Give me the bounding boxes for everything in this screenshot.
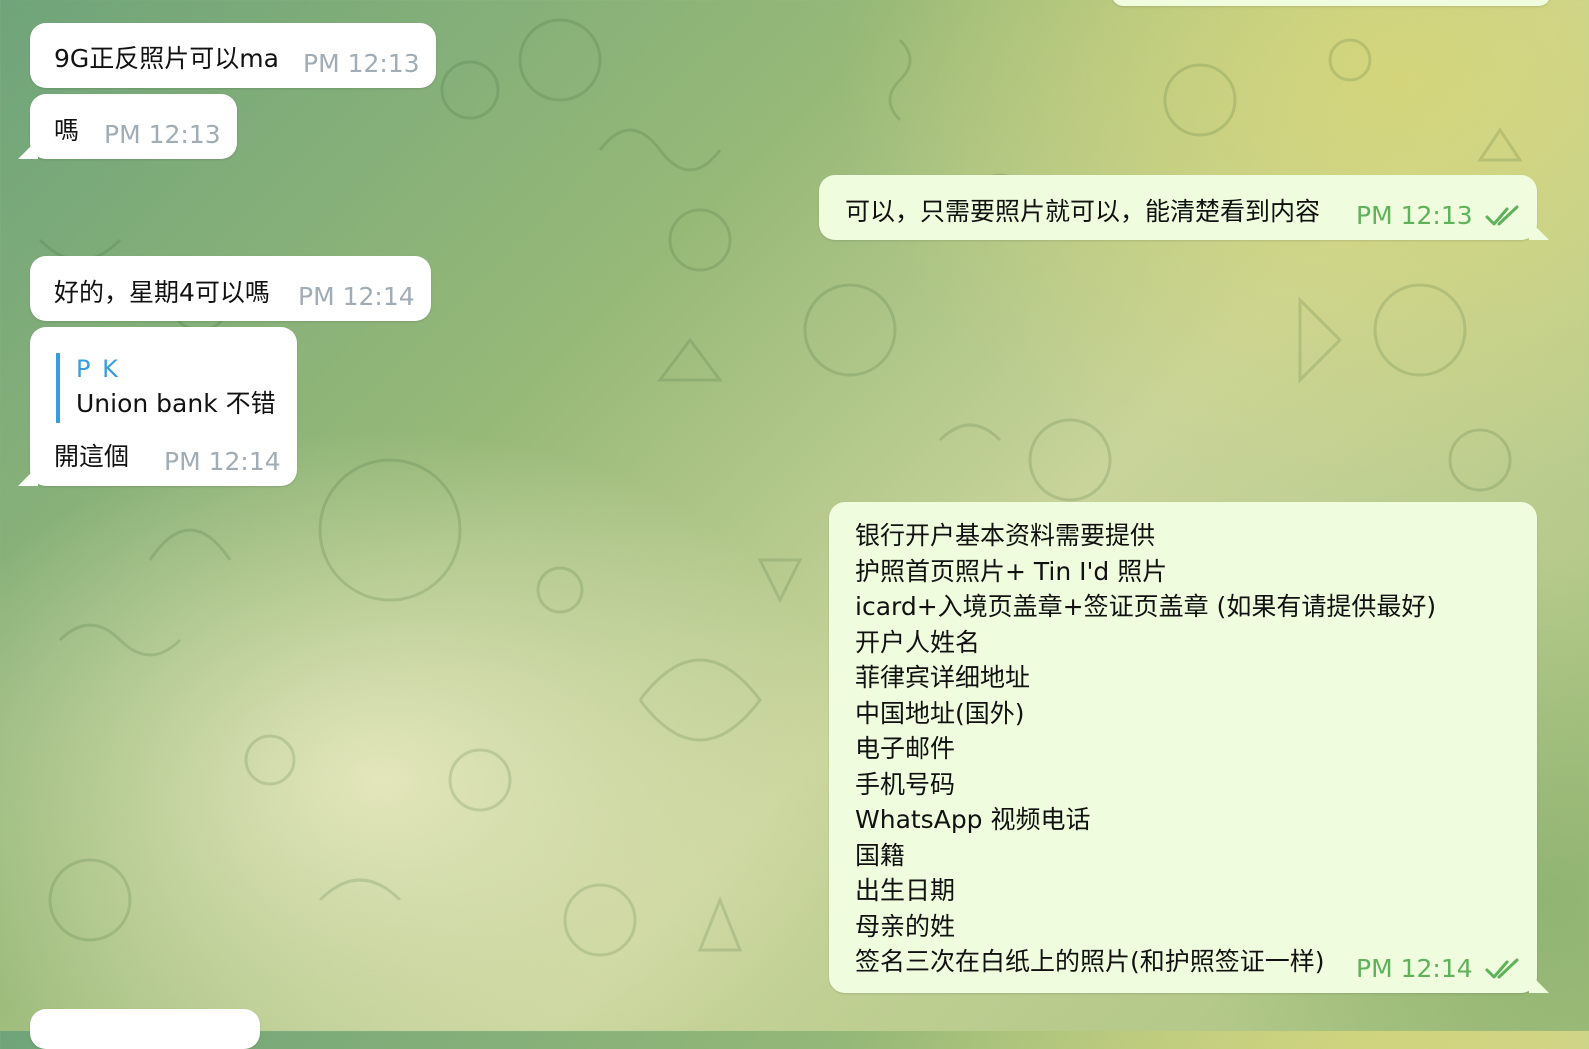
incoming-reply-message[interactable]: P K Union bank 不错 開這個 PM 12:14	[30, 327, 297, 486]
message-time: PM 12:14	[1356, 954, 1473, 983]
message-line: 电子邮件	[855, 734, 956, 763]
incoming-message[interactable]: 嗎 PM 12:13	[30, 94, 237, 159]
double-check-icon	[1485, 205, 1519, 226]
message-text: 可以，只需要照片就可以，能清楚看到内容	[845, 197, 1321, 226]
message-lines: 银行开户基本资料需要提供 护照首页照片+ Tin I'd 照片 icard+入境…	[855, 518, 1436, 980]
message-line: WhatsApp 视频电话	[855, 805, 1091, 834]
message-line: 手机号码	[855, 769, 956, 799]
message-line: 中国地址(国外)	[855, 698, 1025, 728]
message-time: PM 12:13	[303, 49, 420, 78]
message-line: 开户人姓名	[855, 627, 981, 657]
message-time: PM 12:13	[104, 120, 221, 149]
message-time: PM 12:14	[164, 447, 281, 476]
message-line: icard+入境页盖章+签证页盖章 (如果有请提供最好)	[855, 592, 1437, 621]
message-line: 银行开户基本资料需要提供	[855, 521, 1156, 550]
reply-author: P K	[76, 355, 120, 383]
message-text: 好的，星期4可以嗎	[54, 278, 270, 307]
message-line: 签名三次在白纸上的照片(和护照签证一样)	[855, 947, 1325, 976]
message-line: 国籍	[855, 840, 906, 870]
partial-outgoing-bubble	[1112, 0, 1550, 6]
partial-incoming-bubble	[30, 1009, 260, 1049]
message-line: 护照首页照片+ Tin I'd 照片	[855, 556, 1168, 586]
outgoing-message[interactable]: 银行开户基本资料需要提供 护照首页照片+ Tin I'd 照片 icard+入境…	[829, 502, 1537, 993]
message-line: 母亲的姓	[855, 911, 956, 941]
incoming-message[interactable]: 好的，星期4可以嗎 PM 12:14	[30, 256, 431, 321]
message-text: 嗎	[54, 116, 80, 145]
double-check-icon	[1485, 958, 1519, 979]
incoming-message[interactable]: 9G正反照片可以ma PM 12:13	[30, 23, 436, 88]
reply-quote[interactable]: P K Union bank 不错	[56, 353, 276, 423]
message-line: 出生日期	[855, 876, 956, 905]
message-text: 9G正反照片可以ma	[54, 44, 279, 73]
message-line: 菲律宾详细地址	[855, 663, 1031, 692]
message-text: 開這個	[54, 442, 130, 471]
outgoing-message[interactable]: 可以，只需要照片就可以，能清楚看到内容 PM 12:13	[819, 175, 1537, 240]
message-time: PM 12:13	[1356, 201, 1473, 230]
reply-snippet: Union bank 不错	[76, 389, 276, 418]
message-time: PM 12:14	[298, 282, 415, 311]
